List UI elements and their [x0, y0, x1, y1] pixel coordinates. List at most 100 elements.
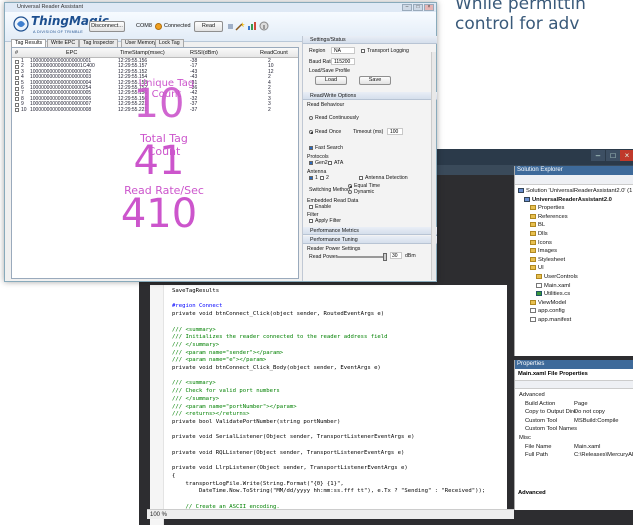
code-line[interactable]: /// </summary> [172, 396, 219, 402]
row-checkbox[interactable] [15, 70, 19, 75]
code-line[interactable]: private bool ValidatePortNumber(string p… [172, 419, 340, 425]
timeout-input[interactable]: 100 [387, 128, 403, 135]
tree-item[interactable]: UserControls [536, 273, 578, 282]
row-checkbox[interactable] [15, 108, 19, 113]
read-once-radio[interactable] [309, 130, 313, 134]
column-header[interactable]: TimeStamp(msec) [120, 48, 165, 58]
fast-search-checkbox[interactable] [309, 146, 313, 150]
info-icon[interactable] [259, 21, 269, 31]
code-line[interactable]: private void SerialListener(Object sende… [172, 434, 414, 440]
code-editor[interactable]: SaveTagResults #region Connect private voi… [150, 285, 507, 525]
code-line[interactable]: DateTime.Now.ToString("MM/dd/yyyy hh:mm:… [172, 488, 485, 494]
row-checkbox[interactable] [15, 59, 19, 64]
tab-tag-inspector[interactable]: Tag Inspector [79, 39, 119, 47]
antenna-detection-checkbox[interactable] [359, 176, 363, 180]
code-line[interactable]: private void RQLListener(Object sender, … [172, 450, 404, 456]
read-power-slider[interactable] [336, 256, 386, 258]
tag-results-table[interactable]: # EPC TimeStamp(msec) RSSI(dBm) ReadCount 11… [11, 47, 299, 279]
code-line[interactable]: #region Connect [172, 303, 223, 309]
region-select[interactable]: NA [331, 47, 355, 54]
maximize-icon[interactable]: □ [606, 150, 620, 161]
tree-item[interactable]: Properties [530, 204, 564, 213]
column-header[interactable]: # [15, 48, 18, 58]
code-line[interactable]: private void btnConnect_Click_Body(objec… [172, 365, 381, 371]
dynamic-radio[interactable] [348, 190, 352, 194]
equal-time-radio[interactable] [348, 184, 352, 188]
performance-tuning-header[interactable]: Performance Tuning [303, 236, 437, 244]
settings-header[interactable]: Settings/Status [303, 36, 437, 44]
property-row[interactable]: Build Action Page [515, 400, 633, 408]
code-line[interactable]: /// <summary> [172, 380, 216, 386]
code-line[interactable]: /// Check for valid port numbers [172, 388, 280, 394]
read-continuously-radio[interactable] [309, 116, 313, 120]
antenna-2-checkbox[interactable] [320, 176, 324, 180]
code-line[interactable]: /// <param name="sender"></param> [172, 350, 283, 356]
disconnect-button[interactable]: Disconnect... [89, 21, 125, 32]
close-icon[interactable]: × [620, 150, 633, 161]
property-row[interactable]: Full Path C:\Releases\MercuryAPI [515, 451, 633, 459]
code-line[interactable]: transportLogFile.Write(String.Format("{0… [172, 481, 343, 487]
code-line[interactable]: /// <summary> [172, 327, 216, 333]
tree-item[interactable]: Dlls [530, 230, 548, 239]
ra-minimize-icon[interactable]: – [402, 4, 412, 11]
row-checkbox[interactable] [15, 86, 19, 91]
tree-item[interactable]: Solution 'UniversalReaderAssistant2.0' (… [518, 187, 633, 196]
column-header[interactable]: EPC [66, 48, 77, 58]
wand-icon[interactable] [235, 21, 245, 31]
gen2-checkbox[interactable] [309, 161, 313, 165]
column-header[interactable]: ReadCount [260, 48, 288, 58]
read-power-slider-thumb[interactable] [383, 253, 387, 261]
chart-icon[interactable] [247, 21, 257, 31]
code-line[interactable]: /// <param name="portNumber"></param> [172, 404, 297, 410]
settings-scrollbar[interactable] [431, 52, 436, 280]
tree-item[interactable]: Icons [530, 239, 552, 248]
dropdown-arrow-icon[interactable] [228, 24, 233, 29]
tree-item[interactable]: UI [530, 264, 544, 273]
editor-zoom[interactable]: 100 % [147, 509, 514, 519]
row-checkbox[interactable] [15, 64, 19, 69]
minimize-icon[interactable]: – [591, 150, 605, 161]
antenna-1-checkbox[interactable] [309, 176, 313, 180]
performance-metrics-header[interactable]: Performance Metrics [303, 227, 437, 235]
property-row[interactable]: Misc [515, 434, 633, 442]
row-checkbox[interactable] [15, 81, 19, 86]
read-write-options-header[interactable]: Read/Write Options [303, 92, 437, 100]
tree-item[interactable]: References [530, 213, 568, 222]
column-header[interactable]: RSSI(dBm) [190, 48, 218, 58]
apply-filter-checkbox[interactable] [309, 219, 313, 223]
code-line[interactable]: private void btnConnect_Click(object sen… [172, 311, 384, 317]
row-checkbox[interactable] [15, 75, 19, 80]
code-line[interactable]: /// <param name="e"></param> [172, 357, 266, 363]
property-row[interactable]: Copy to Output Dire Do not copy [515, 408, 633, 416]
ata-checkbox[interactable] [328, 161, 332, 165]
property-row[interactable]: File Name Main.xaml [515, 443, 633, 451]
tab-tag-results[interactable]: Tag Results [11, 39, 47, 47]
code-line[interactable]: { [172, 473, 175, 479]
tree-item[interactable]: BL [530, 221, 545, 230]
save-profile-button[interactable]: Save [359, 76, 391, 85]
enable-checkbox[interactable] [309, 205, 313, 209]
property-row[interactable]: Custom Tool Names [515, 425, 633, 433]
row-checkbox[interactable] [15, 91, 19, 96]
tree-item[interactable]: Main.xaml [536, 282, 570, 291]
read-power-input[interactable]: 30 [390, 252, 402, 259]
row-checkbox[interactable] [15, 97, 19, 102]
tab-lock-tag[interactable]: Lock Tag [155, 39, 184, 47]
tree-item[interactable]: Utilities.cs [536, 290, 570, 299]
tab-write-epc[interactable]: Write EPC [47, 39, 80, 47]
code-line[interactable]: /// Initializes the reader connected to … [172, 334, 388, 340]
property-row[interactable]: Custom Tool MSBuild:Compile [515, 417, 633, 425]
baud-rate-select[interactable]: 115200 [331, 58, 355, 65]
tree-item[interactable]: Images [530, 247, 557, 256]
code-line[interactable]: SaveTagResults [172, 288, 219, 294]
tree-item[interactable]: ViewModel [530, 299, 566, 308]
read-button[interactable]: Read [194, 21, 223, 32]
row-checkbox[interactable] [15, 102, 19, 107]
code-line[interactable]: private void LlrpListener(Object sender,… [172, 465, 408, 471]
tree-item[interactable]: app.config [530, 307, 565, 316]
ra-close-icon[interactable]: × [424, 4, 434, 11]
tree-item[interactable]: app.manifest [530, 316, 571, 325]
tree-item[interactable]: UniversalReaderAssistant2.0 [524, 196, 612, 205]
ra-maximize-icon[interactable]: □ [413, 4, 423, 11]
property-row[interactable]: Advanced [515, 391, 633, 399]
